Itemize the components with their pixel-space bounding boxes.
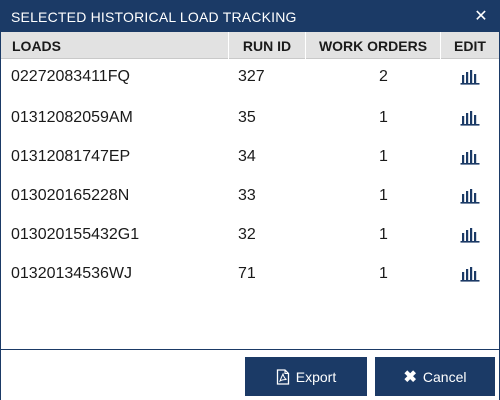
cancel-button-label: Cancel: [422, 368, 467, 385]
column-header-work-orders[interactable]: WORK ORDERS: [306, 32, 441, 59]
pdf-file-icon: [276, 368, 290, 385]
bar-chart-icon[interactable]: [460, 110, 480, 126]
load-id-cell: 01320134536WJ: [11, 264, 132, 282]
x-icon: ✖: [403, 368, 417, 386]
bar-chart-icon[interactable]: [460, 188, 480, 204]
edit-cell: [441, 215, 499, 254]
edit-cell: [441, 254, 499, 293]
bar-chart-icon[interactable]: [460, 227, 480, 243]
column-header-run-id[interactable]: RUN ID: [229, 32, 306, 59]
load-id-cell: 01312082059AM: [11, 108, 133, 126]
table-row[interactable]: 02272083411FQ 327 2: [1, 59, 499, 98]
load-id-cell: 013020155432G1: [11, 225, 140, 243]
edit-cell: [441, 137, 499, 176]
table-body: 02272083411FQ 327 2 01312082059AM 35 1 0…: [1, 59, 499, 293]
run-id-cell: 34: [238, 147, 256, 165]
work-orders-cell: 1: [379, 186, 388, 204]
historical-load-tracking-dialog: SELECTED HISTORICAL LOAD TRACKING ✕ LOAD…: [0, 0, 500, 400]
run-id-cell: 35: [238, 108, 256, 126]
column-header-edit: EDIT: [454, 37, 486, 54]
load-id-cell: 013020165228N: [11, 186, 130, 204]
edit-cell: [441, 176, 499, 215]
bar-chart-icon[interactable]: [460, 149, 480, 165]
work-orders-cell: 2: [379, 68, 388, 85]
dialog-titlebar: SELECTED HISTORICAL LOAD TRACKING ✕: [1, 1, 499, 32]
run-id-cell: 71: [238, 264, 256, 282]
run-id-cell: 32: [238, 225, 256, 243]
table-row[interactable]: 013020155432G1 32 1: [1, 215, 499, 254]
export-button-label: Export: [295, 368, 337, 385]
work-orders-cell: 1: [379, 108, 388, 126]
bar-chart-icon[interactable]: [460, 266, 480, 282]
run-id-cell: 327: [238, 68, 265, 85]
cancel-button[interactable]: ✖ Cancel: [375, 357, 495, 396]
load-id-cell: 02272083411FQ: [11, 68, 130, 85]
load-id-cell: 01312081747EP: [11, 147, 131, 165]
edit-cell: [441, 98, 499, 137]
work-orders-cell: 1: [379, 264, 388, 282]
bar-chart-icon[interactable]: [460, 69, 480, 85]
column-header-loads[interactable]: LOADS: [1, 32, 229, 59]
table-row[interactable]: 01312081747EP 34 1: [1, 137, 499, 176]
dialog-footer: Export ✖ Cancel: [1, 349, 499, 400]
work-orders-cell: 1: [379, 225, 388, 243]
dialog-title: SELECTED HISTORICAL LOAD TRACKING: [11, 8, 297, 25]
table-row[interactable]: 01320134536WJ 71 1: [1, 254, 499, 293]
close-icon[interactable]: ✕: [471, 6, 491, 26]
edit-cell: [441, 59, 499, 95]
export-button[interactable]: Export: [245, 357, 367, 396]
table-row[interactable]: 01312082059AM 35 1: [1, 98, 499, 137]
run-id-cell: 33: [238, 186, 256, 204]
table-header: LOADS RUN ID WORK ORDERS EDIT: [1, 32, 499, 59]
table-row[interactable]: 013020165228N 33 1: [1, 176, 499, 215]
work-orders-cell: 1: [379, 147, 388, 165]
